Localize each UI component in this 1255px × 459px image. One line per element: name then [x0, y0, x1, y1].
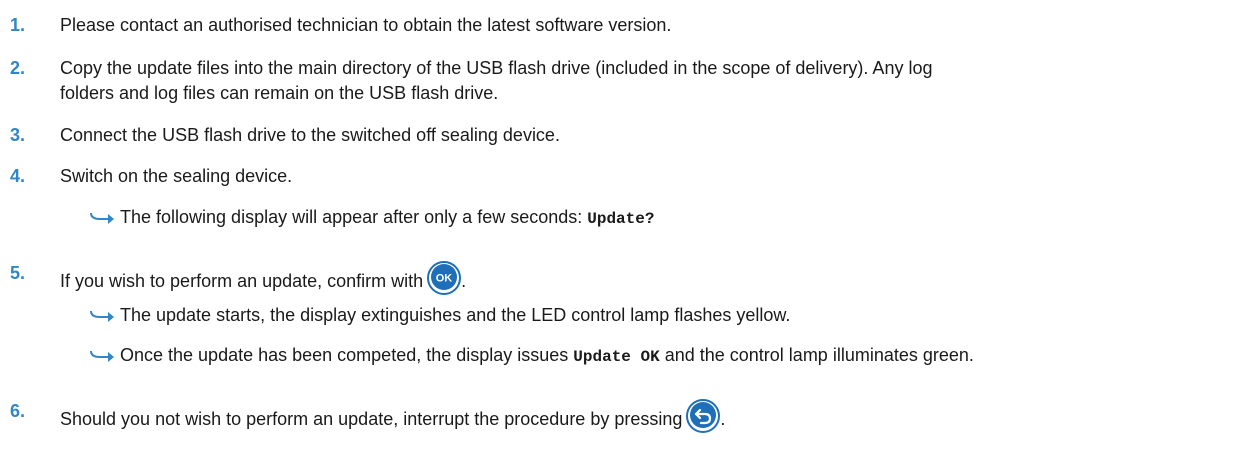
step-text-line-1: Copy the update files into the main dire… — [60, 58, 933, 78]
ok-button-icon: OK — [427, 261, 462, 295]
step-number: 3. — [10, 125, 26, 145]
result-arrow-icon — [90, 344, 116, 362]
step-text: Connect the USB flash drive to the switc… — [60, 125, 560, 145]
step-text-line-2: folders and log files can remain on the … — [60, 83, 499, 103]
step-text: Should you not wish to perform an update… — [60, 399, 1235, 433]
step-text: Please contact an authorised technician … — [60, 15, 672, 35]
result-text: The update starts, the display extinguis… — [120, 305, 791, 325]
step-5-result-2: Once the update has been competed, the d… — [90, 343, 1235, 370]
display-code: Update OK — [573, 348, 660, 366]
result-text-pre: Once the update has been competed, the d… — [120, 345, 574, 365]
result-text: The following display will appear after … — [120, 207, 588, 227]
back-arrow-icon — [686, 399, 721, 433]
result-text-post: and the control lamp illuminates green. — [659, 345, 974, 365]
display-code: Update? — [587, 210, 655, 228]
step-number: 1. — [10, 15, 26, 35]
step-text: If you wish to perform an update, confir… — [60, 261, 1235, 295]
result-arrow-icon — [90, 304, 116, 322]
step-number: 4. — [10, 166, 26, 186]
step-text: Switch on the sealing device. — [60, 166, 293, 186]
step-5-result-1: The update starts, the display extinguis… — [90, 303, 1235, 328]
step-number: 6. — [10, 401, 26, 421]
result-arrow-icon — [90, 206, 116, 224]
step-text: Copy the update files into the main dire… — [60, 56, 1235, 106]
step-4-result: The following display will appear after … — [90, 205, 1235, 232]
ok-button-label: OK — [436, 273, 453, 285]
step-number: 2. — [10, 58, 26, 78]
step-number: 5. — [10, 263, 26, 283]
